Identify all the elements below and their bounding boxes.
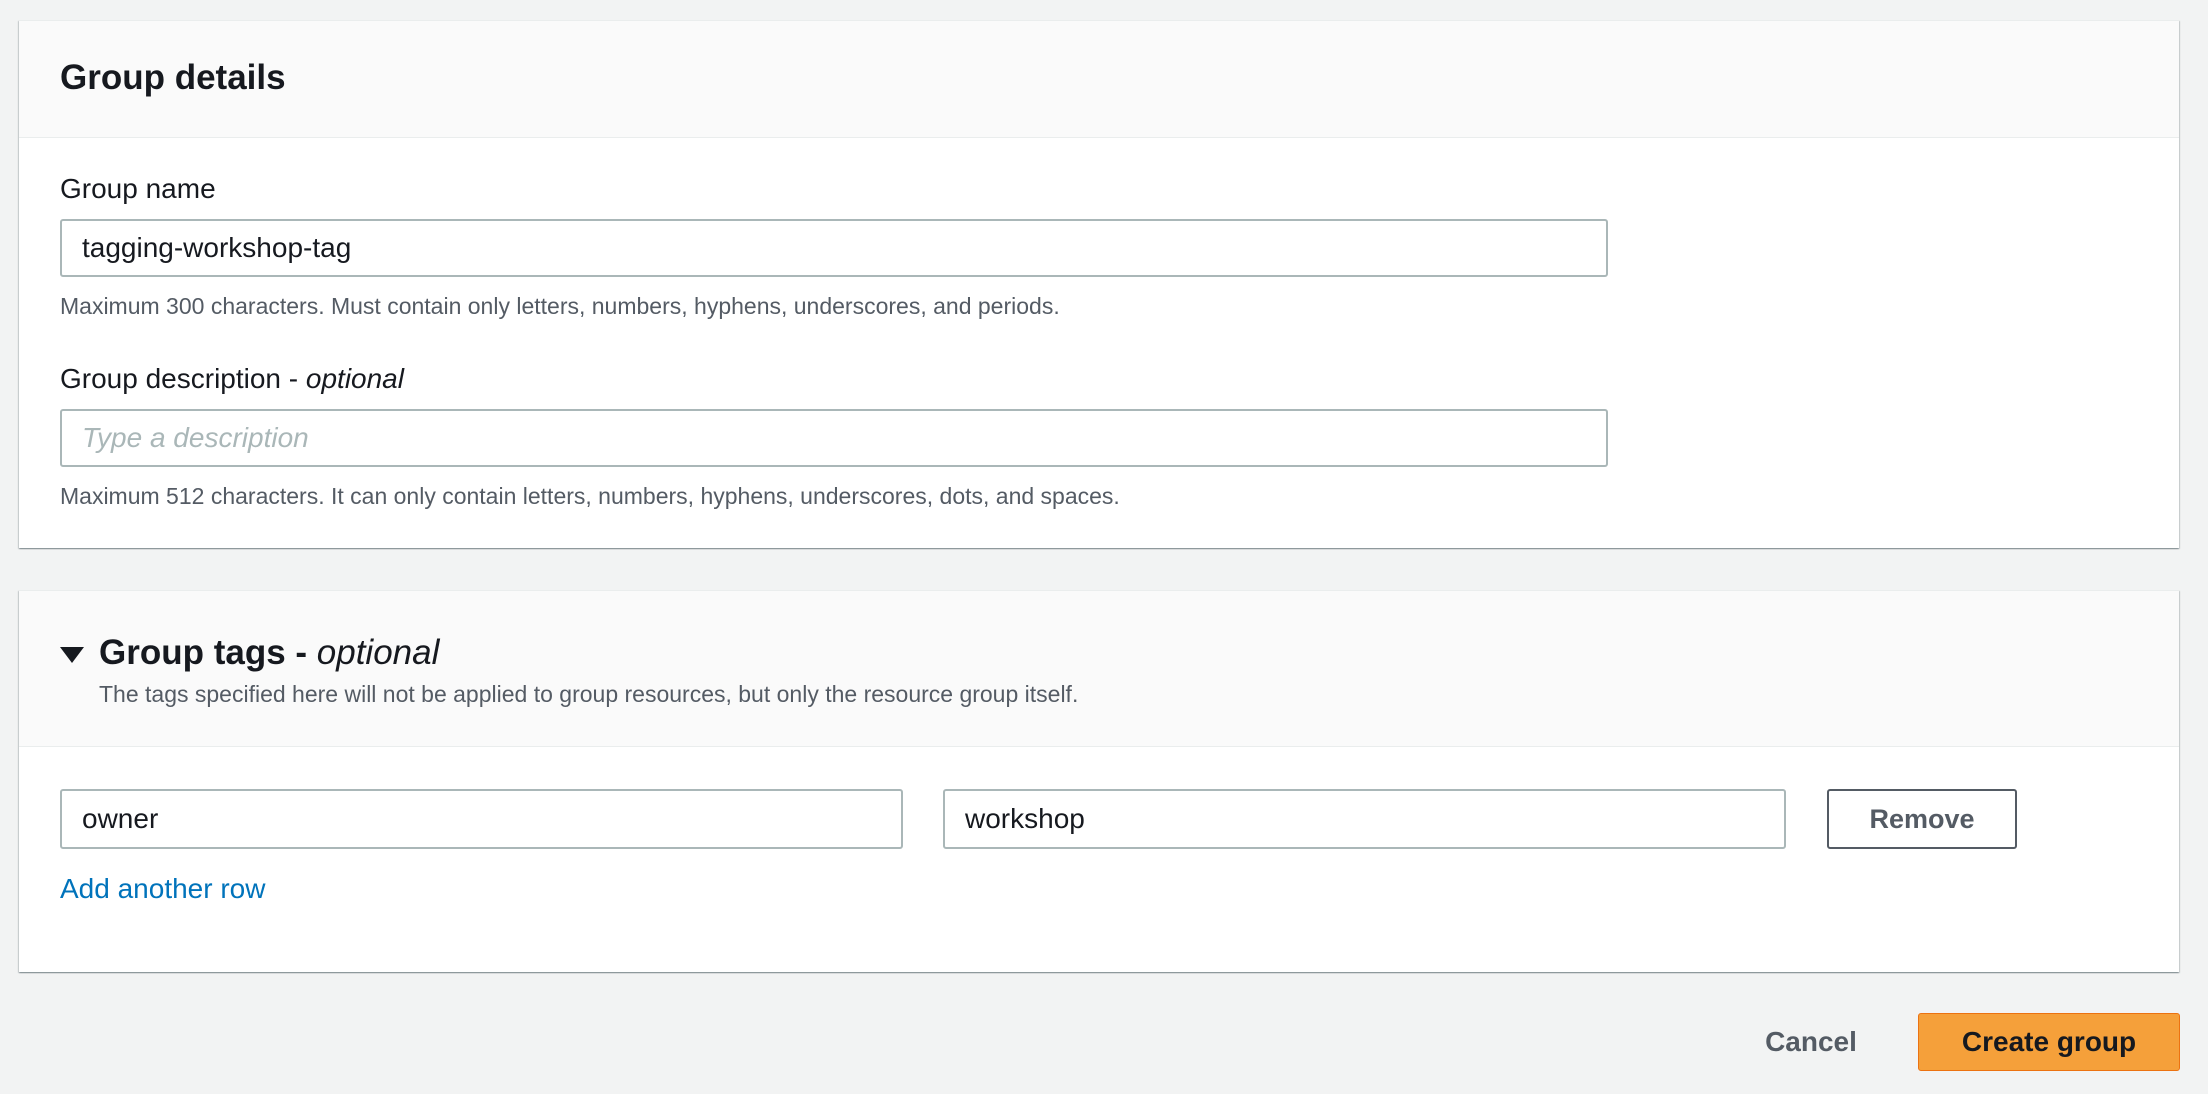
group-details-header: Group details [19, 21, 2179, 138]
group-tags-title: Group tags - optional [99, 631, 439, 675]
group-name-input[interactable] [60, 219, 1608, 277]
tag-value-input[interactable] [943, 789, 1786, 849]
group-name-label: Group name [60, 173, 216, 204]
group-tags-optional: optional [316, 633, 440, 672]
group-details-panel: Group details Group name Maximum 300 cha… [19, 20, 2179, 548]
group-tags-header: Group tags - optional The tags specified… [19, 591, 2179, 747]
group-description-constraint: Maximum 512 characters. It can only cont… [60, 483, 1120, 509]
group-tags-description: The tags specified here will not be appl… [99, 681, 1079, 707]
group-tags-panel: Group tags - optional The tags specified… [19, 590, 2179, 972]
group-name-constraint: Maximum 300 characters. Must contain onl… [60, 293, 1060, 319]
group-description-input[interactable] [60, 409, 1608, 467]
group-tags-toggle[interactable]: Group tags - optional [60, 631, 439, 675]
group-details-title: Group details [60, 58, 286, 97]
remove-tag-button[interactable]: Remove [1827, 789, 2017, 849]
tag-key-input[interactable] [60, 789, 903, 849]
cancel-button[interactable]: Cancel [1736, 1013, 1886, 1071]
group-tags-title-text: Group tags - [99, 633, 317, 672]
group-description-label: Group description - optional [60, 361, 404, 397]
group-description-label-text: Group description - [60, 363, 306, 394]
caret-down-icon[interactable] [60, 647, 84, 663]
group-description-optional: optional [305, 363, 404, 394]
create-group-button[interactable]: Create group [1918, 1013, 2180, 1071]
add-another-row-link[interactable]: Add another row [60, 871, 265, 907]
